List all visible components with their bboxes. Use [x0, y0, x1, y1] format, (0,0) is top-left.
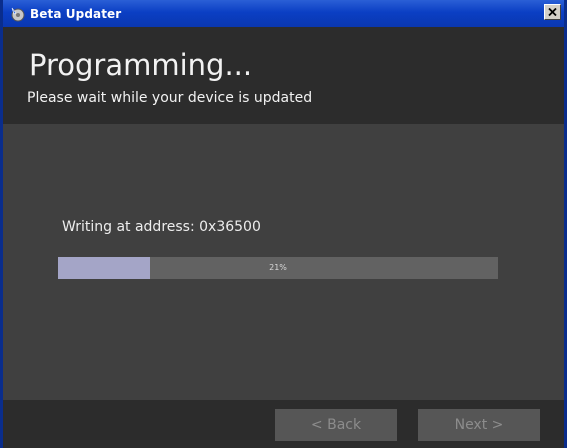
next-button[interactable]: Next >: [418, 409, 540, 441]
window-title: Beta Updater: [30, 6, 122, 21]
close-icon: [548, 8, 557, 16]
updater-app-icon: [9, 6, 25, 22]
back-button[interactable]: < Back: [275, 409, 397, 441]
page-title: Programming...: [29, 48, 253, 82]
title-bar[interactable]: Beta Updater: [3, 0, 564, 27]
page-subtitle: Please wait while your device is updated: [27, 90, 313, 106]
progress-panel: Writing at address: 0x36500 21%: [3, 124, 564, 400]
progress-bar: 21%: [58, 257, 498, 279]
progress-label: 21%: [269, 263, 287, 272]
page-header: Programming... Please wait while your de…: [3, 27, 564, 124]
button-bar: < Back Next >: [3, 400, 564, 448]
updater-window: Beta Updater Programming... Please wait …: [0, 0, 567, 448]
close-button[interactable]: [544, 4, 561, 20]
status-text: Writing at address: 0x36500: [62, 219, 261, 235]
